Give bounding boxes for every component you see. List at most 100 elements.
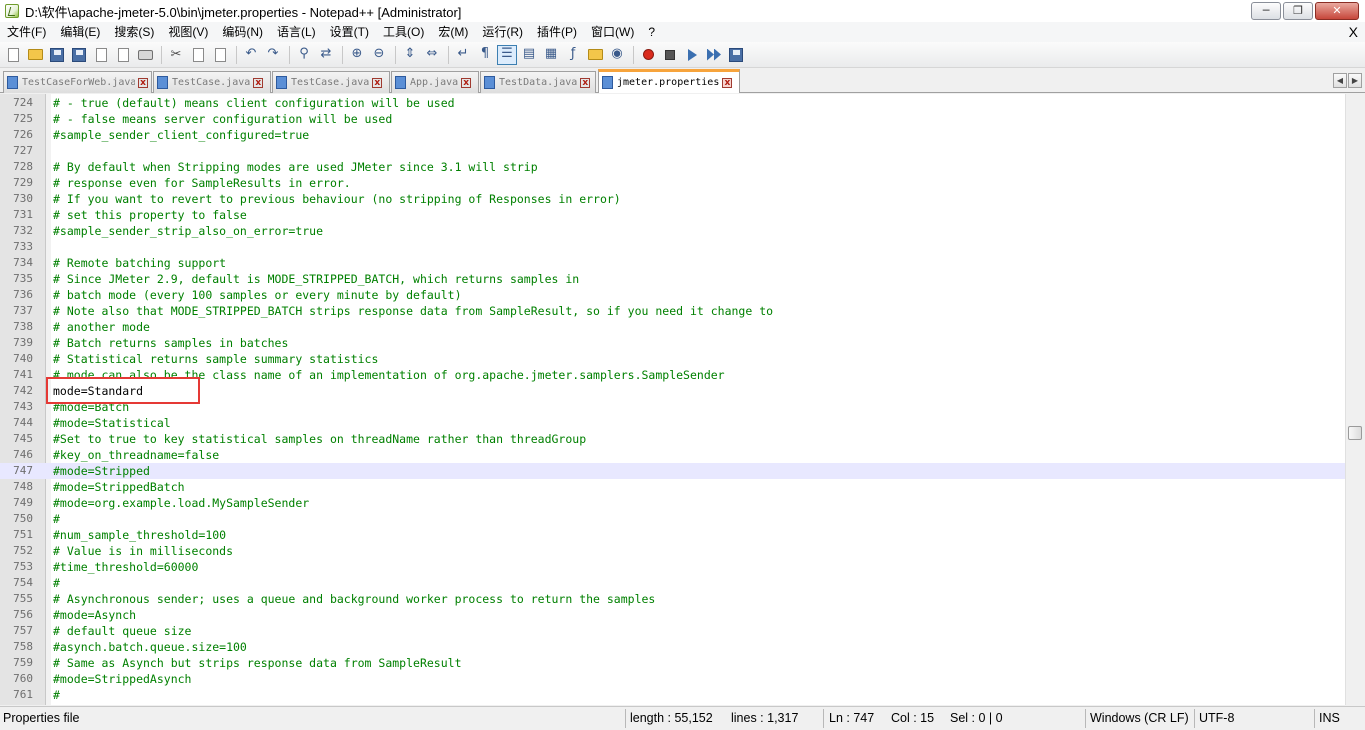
code-line[interactable]: 726 #sample_sender_client_configured=true <box>0 127 1345 143</box>
status-insert-mode[interactable]: INS <box>1316 707 1340 730</box>
code-line[interactable]: 745 #Set to true to key statistical sampl… <box>0 431 1345 447</box>
code-line[interactable]: 728 # By default when Stripping modes are… <box>0 159 1345 175</box>
status-encoding[interactable]: UTF-8 <box>1196 707 1234 730</box>
code-line[interactable]: 748 #mode=StrippedBatch <box>0 479 1345 495</box>
zoom-out-button[interactable]: ⊖ <box>369 45 389 65</box>
close-button[interactable] <box>91 45 111 65</box>
tab-jmeter-properties[interactable]: jmeter.properties x <box>598 69 740 93</box>
code-line[interactable]: 737 # Note also that MODE_STRIPPED_BATCH … <box>0 303 1345 319</box>
monitoring-button[interactable]: ◉ <box>607 45 627 65</box>
sync-horizontal-button[interactable]: ⇔ <box>422 45 442 65</box>
folder-as-workspace-button[interactable] <box>585 45 605 65</box>
menu-encoding[interactable]: 编码(N) <box>215 22 270 42</box>
doc-map-button[interactable]: ▦ <box>541 45 561 65</box>
code-line[interactable]: 756 #mode=Asynch <box>0 607 1345 623</box>
code-line[interactable]: 742 mode=Standard <box>0 383 1345 399</box>
menu-window[interactable]: 窗口(W) <box>584 22 641 42</box>
code-line[interactable]: 731 # set this property to false <box>0 207 1345 223</box>
code-line[interactable]: 755 # Asynchronous sender; uses a queue a… <box>0 591 1345 607</box>
tab-testcase-2[interactable]: TestCase.java x <box>272 71 390 93</box>
code-line[interactable]: 743 #mode=Batch <box>0 399 1345 415</box>
code-line[interactable]: 741 # mode can also be the class name of … <box>0 367 1345 383</box>
macro-play-button[interactable] <box>682 45 702 65</box>
indent-guide-button[interactable]: ☰ <box>497 44 517 65</box>
find-button[interactable]: ⚲ <box>294 45 314 65</box>
code-line[interactable]: 753 #time_threshold=60000 <box>0 559 1345 575</box>
text-editor[interactable]: 724 # - true (default) means client confi… <box>0 94 1365 705</box>
code-line[interactable]: 746 #key_on_threadname=false <box>0 447 1345 463</box>
code-line[interactable]: 729 # response even for SampleResults in … <box>0 175 1345 191</box>
code-line[interactable]: 761 # <box>0 687 1345 703</box>
tab-testcaseforweb[interactable]: TestCaseForWeb.java x <box>3 71 152 93</box>
macro-save-button[interactable] <box>726 45 746 65</box>
tab-close-icon[interactable]: x <box>372 77 383 88</box>
undo-button[interactable]: ↶ <box>241 45 261 65</box>
macro-stop-button[interactable] <box>660 45 680 65</box>
maximize-button[interactable]: ❐ <box>1283 2 1313 20</box>
menu-search[interactable]: 搜索(S) <box>107 22 161 42</box>
code-line[interactable]: 750 # <box>0 511 1345 527</box>
menu-help[interactable]: ? <box>641 22 662 42</box>
macro-run-multiple-button[interactable] <box>704 45 724 65</box>
scrollbar-thumb[interactable] <box>1348 426 1362 440</box>
code-line[interactable]: 724 # - true (default) means client confi… <box>0 95 1345 111</box>
tab-close-icon[interactable]: x <box>580 77 591 88</box>
code-line[interactable]: 733 <box>0 239 1345 255</box>
code-line[interactable]: 754 # <box>0 575 1345 591</box>
menu-macro[interactable]: 宏(M) <box>431 22 475 42</box>
code-line[interactable]: 727 <box>0 143 1345 159</box>
menu-run[interactable]: 运行(R) <box>475 22 530 42</box>
menu-edit[interactable]: 编辑(E) <box>53 22 107 42</box>
copy-button[interactable] <box>188 45 208 65</box>
language-define-button[interactable]: ▤ <box>519 45 539 65</box>
zoom-in-button[interactable]: ⊕ <box>347 45 367 65</box>
cut-button[interactable]: ✂ <box>166 45 186 65</box>
code-line[interactable]: 747 #mode=Stripped <box>0 463 1345 479</box>
code-line[interactable]: 734 # Remote batching support <box>0 255 1345 271</box>
word-wrap-button[interactable]: ↵ <box>453 45 473 65</box>
sync-vertical-button[interactable]: ⇕ <box>400 45 420 65</box>
tab-app[interactable]: App.java x <box>391 71 479 93</box>
menu-file[interactable]: 文件(F) <box>0 22 53 42</box>
redo-button[interactable]: ↷ <box>263 45 283 65</box>
tab-close-icon[interactable]: x <box>253 77 264 88</box>
close-document-button[interactable]: X <box>1349 22 1358 42</box>
tab-close-icon[interactable]: x <box>138 77 148 88</box>
tab-scroll-left-button[interactable]: ◀ <box>1333 73 1347 88</box>
code-line[interactable]: 759 # Same as Asynch but strips response … <box>0 655 1345 671</box>
tab-testdata[interactable]: TestData.java x <box>480 71 596 93</box>
new-file-button[interactable] <box>3 45 23 65</box>
code-line[interactable]: 752 # Value is in milliseconds <box>0 543 1345 559</box>
save-all-button[interactable] <box>69 45 89 65</box>
code-line[interactable]: 725 # - false means server configuration … <box>0 111 1345 127</box>
minimize-button[interactable]: ─ <box>1251 2 1281 20</box>
tab-close-icon[interactable]: x <box>722 77 733 88</box>
code-line[interactable]: 744 #mode=Statistical <box>0 415 1345 431</box>
menu-settings[interactable]: 设置(T) <box>323 22 376 42</box>
close-window-button[interactable]: ✕ <box>1315 2 1359 20</box>
menu-view[interactable]: 视图(V) <box>161 22 215 42</box>
status-eol[interactable]: Windows (CR LF) <box>1087 707 1189 730</box>
paste-button[interactable] <box>210 45 230 65</box>
menu-plugins[interactable]: 插件(P) <box>530 22 584 42</box>
code-line[interactable]: 735 # Since JMeter 2.9, default is MODE_S… <box>0 271 1345 287</box>
code-line[interactable]: 730 # If you want to revert to previous b… <box>0 191 1345 207</box>
code-line[interactable]: 757 # default queue size <box>0 623 1345 639</box>
code-line[interactable]: 739 # Batch returns samples in batches <box>0 335 1345 351</box>
code-line[interactable]: 736 # batch mode (every 100 samples or ev… <box>0 287 1345 303</box>
tab-close-icon[interactable]: x <box>461 77 472 88</box>
macro-record-button[interactable] <box>638 45 658 65</box>
vertical-scrollbar[interactable] <box>1345 94 1365 705</box>
code-line[interactable]: 749 #mode=org.example.load.MySampleSender <box>0 495 1345 511</box>
code-line[interactable]: 740 # Statistical returns sample summary … <box>0 351 1345 367</box>
close-all-button[interactable] <box>113 45 133 65</box>
open-file-button[interactable] <box>25 45 45 65</box>
function-list-button[interactable]: ƒ <box>563 45 583 65</box>
code-line[interactable]: 758 #asynch.batch.queue.size=100 <box>0 639 1345 655</box>
code-line[interactable]: 760 #mode=StrippedAsynch <box>0 671 1345 687</box>
code-line[interactable]: 751 #num_sample_threshold=100 <box>0 527 1345 543</box>
show-all-chars-button[interactable]: ¶ <box>475 45 495 65</box>
tab-testcase-1[interactable]: TestCase.java x <box>153 71 271 93</box>
print-button[interactable] <box>135 45 155 65</box>
code-line[interactable]: 732 #sample_sender_strip_also_on_error=tr… <box>0 223 1345 239</box>
